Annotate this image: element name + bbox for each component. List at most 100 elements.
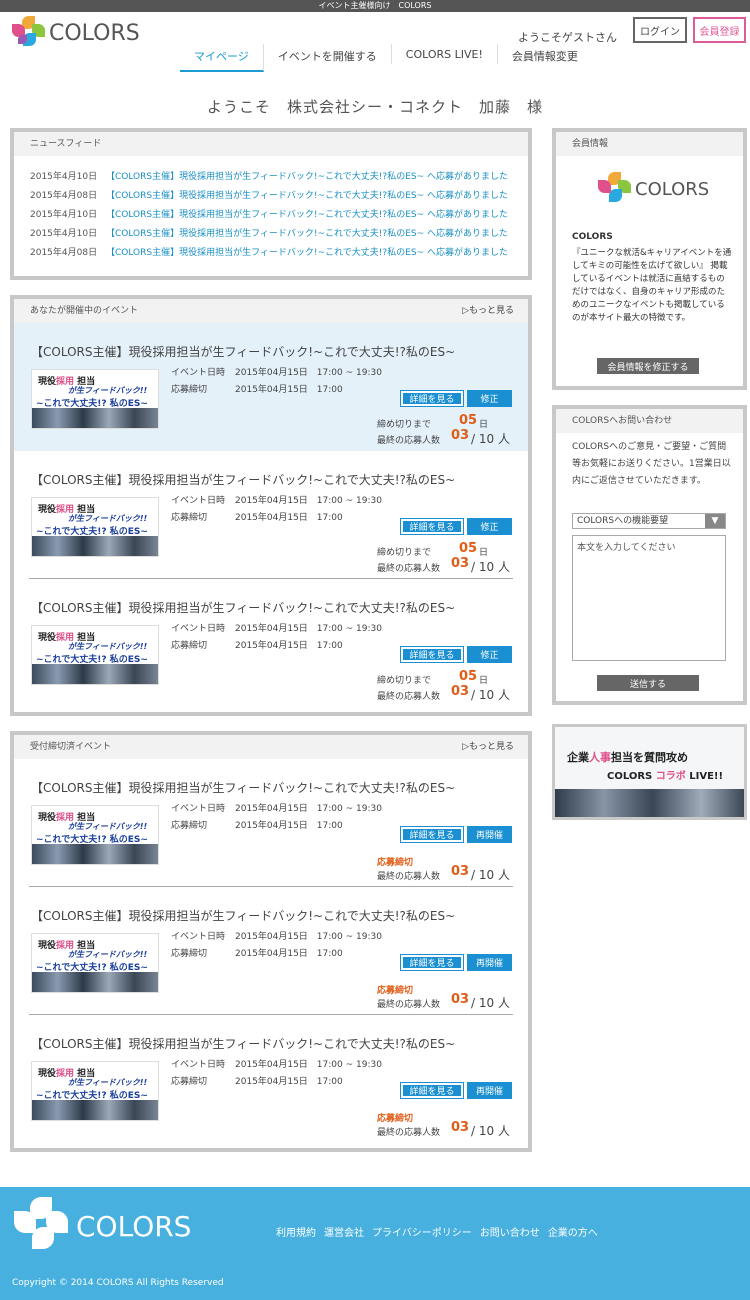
applicant-count: 03 — [451, 992, 470, 1007]
logo[interactable]: COLORS — [10, 16, 140, 50]
footer: COLORS 利用規約 運営会社 プライバシーポリシー お問い合わせ 企業の方へ… — [0, 1187, 750, 1300]
submit-button[interactable]: 送信する — [597, 675, 699, 691]
event-thumbnail[interactable]: 現役採用 担当 が生フィードバック!! ~これで大丈夫!? 私のES~ — [31, 369, 159, 429]
remaining-days: 05 — [459, 669, 478, 684]
footer-link-business[interactable]: 企業の方へ — [548, 1224, 598, 1239]
applicant-capacity: / 10 人 — [471, 996, 510, 1010]
edit-button[interactable]: 修正 — [467, 518, 512, 535]
closed-events-more-link[interactable]: ▷もっと見る — [462, 735, 514, 759]
edit-button[interactable]: 修正 — [467, 646, 512, 663]
remaining-label: 締め切りまで — [377, 676, 432, 686]
event-card: 【COLORS主催】現役採用担当が生フィードバック!~これで大丈夫!?私のES~… — [29, 887, 513, 1015]
nav-member-edit[interactable]: 会員情報変更 — [498, 44, 592, 64]
applicant-capacity: / 10 人 — [471, 560, 510, 574]
footer-link-terms[interactable]: 利用規約 — [276, 1224, 316, 1239]
remaining-days: 05 — [459, 413, 478, 428]
footer-logo[interactable]: COLORS — [12, 1197, 191, 1255]
edit-button[interactable]: 修正 — [467, 390, 512, 407]
event-title[interactable]: 【COLORS主催】現役採用担当が生フィードバック!~これで大丈夫!?私のES~ — [31, 779, 455, 796]
news-feed-title: ニュースフィード — [14, 132, 528, 156]
nav-host-event[interactable]: イベントを開催する — [264, 44, 392, 64]
final-applicants-label: 最終の応募人数 — [377, 564, 441, 574]
main-nav: マイページ イベントを開催する COLORS LIVE! 会員情報変更 — [180, 44, 592, 72]
remaining-unit: 日 — [479, 676, 489, 686]
detail-button[interactable]: 詳細を見る — [400, 646, 464, 663]
deadline-date: 2015年04月15日 17:00 — [235, 1077, 343, 1087]
detail-button[interactable]: 詳細を見る — [400, 1082, 464, 1099]
closed-events-title: 受付締切済イベント ▷もっと見る — [14, 735, 528, 759]
event-thumbnail[interactable]: 現役採用 担当 が生フィードバック!! ~これで大丈夫!? 私のES~ — [31, 497, 159, 557]
closed-events-heading: 受付締切済イベント — [30, 742, 112, 752]
thumb-photo — [32, 536, 158, 556]
footer-link-privacy[interactable]: プライバシーポリシー — [372, 1224, 472, 1239]
register-button[interactable]: 会員登録 — [693, 17, 746, 43]
deadline-date: 2015年04月15日 17:00 — [235, 821, 343, 831]
footer-logo-text: COLORS — [76, 1209, 192, 1243]
deadline-label: 応募締切 — [171, 821, 208, 831]
news-link[interactable]: 【COLORS主催】現役採用担当が生フィードバック!~これで大丈夫!?私のES~… — [106, 226, 508, 239]
deadline-date: 2015年04月15日 17:00 — [235, 385, 343, 395]
flower-logo-icon — [10, 16, 46, 50]
edit-member-button[interactable]: 会員情報を修正する — [597, 358, 699, 374]
news-link[interactable]: 【COLORS主催】現役採用担当が生フィードバック!~これで大丈夫!?私のES~… — [106, 207, 508, 220]
applicant-capacity: / 10 人 — [471, 1124, 510, 1138]
thumb-text: が生フィードバック!! — [68, 514, 148, 523]
copyright: Copyright © 2014 COLORS All Rights Reser… — [12, 1278, 224, 1288]
event-card: 【COLORS主催】現役採用担当が生フィードバック!~これで大丈夫!?私のES~… — [29, 323, 513, 451]
event-date: 2015年04月15日 17:00 ~ 19:30 — [235, 804, 382, 814]
reopen-button[interactable]: 再開催 — [467, 1082, 512, 1099]
event-thumbnail[interactable]: 現役採用 担当 が生フィードバック!! ~これで大丈夫!? 私のES~ — [31, 625, 159, 685]
event-card-highlight: 【COLORS主催】現役採用担当が生フィードバック!~これで大丈夫!?私のES~… — [14, 323, 528, 451]
event-date-label: イベント日時 — [171, 496, 226, 506]
news-item: 2015年4月10日 【COLORS主催】現役採用担当が生フィードバック!~これ… — [14, 223, 528, 242]
thumb-photo — [32, 664, 158, 684]
welcome-text: ようこそゲストさん — [518, 31, 617, 44]
event-title[interactable]: 【COLORS主催】現役採用担当が生フィードバック!~これで大丈夫!?私のES~ — [31, 599, 455, 616]
footer-links: 利用規約 運営会社 プライバシーポリシー お問い合わせ 企業の方へ — [276, 1224, 598, 1239]
news-item: 2015年4月10日 【COLORS主催】現役採用担当が生フィードバック!~これ… — [14, 204, 528, 223]
closed-events-panel: 受付締切済イベント ▷もっと見る 【COLORS主催】現役採用担当が生フィードバ… — [10, 731, 532, 1152]
event-date: 2015年04月15日 17:00 ~ 19:30 — [235, 496, 382, 506]
news-link[interactable]: 【COLORS主催】現役採用担当が生フィードバック!~これで大丈夫!?私のES~… — [106, 188, 508, 201]
banner-headline: 企業人事担当を質問攻め — [567, 751, 688, 764]
event-date: 2015年04月15日 17:00 ~ 19:30 — [235, 1060, 382, 1070]
event-thumbnail[interactable]: 現役採用 担当 が生フィードバック!! ~これで大丈夫!? 私のES~ — [31, 805, 159, 865]
deadline-label: 応募締切 — [171, 1077, 208, 1087]
login-button[interactable]: ログイン — [633, 17, 687, 43]
event-title[interactable]: 【COLORS主催】現役採用担当が生フィードバック!~これで大丈夫!?私のES~ — [31, 907, 455, 924]
event-title[interactable]: 【COLORS主催】現役採用担当が生フィードバック!~これで大丈夫!?私のES~ — [31, 343, 455, 360]
applicant-capacity: / 10 人 — [471, 868, 510, 882]
reopen-button[interactable]: 再開催 — [467, 954, 512, 971]
open-events-heading: あなたが開催中のイベント — [30, 306, 139, 316]
event-date-label: イベント日時 — [171, 932, 226, 942]
event-title[interactable]: 【COLORS主催】現役採用担当が生フィードバック!~これで大丈夫!?私のES~ — [31, 471, 455, 488]
contact-message-textarea[interactable]: 本文を入力してください — [572, 535, 726, 661]
detail-button[interactable]: 詳細を見る — [400, 518, 464, 535]
flower-logo-icon — [596, 172, 632, 206]
nav-mypage[interactable]: マイページ — [180, 44, 264, 72]
applicant-count: 03 — [451, 428, 470, 443]
colors-live-banner[interactable]: 企業人事担当を質問攻め COLORS コラボ LIVE!! — [552, 724, 747, 820]
open-events-title: あなたが開催中のイベント ▷もっと見る — [14, 299, 528, 323]
closed-status: 応募締切 — [377, 858, 414, 868]
detail-button[interactable]: 詳細を見る — [400, 954, 464, 971]
news-link[interactable]: 【COLORS主催】現役採用担当が生フィードバック!~これで大丈夫!?私のES~… — [106, 169, 508, 182]
nav-colors-live[interactable]: COLORS LIVE! — [392, 44, 498, 64]
open-events-more-link[interactable]: ▷もっと見る — [462, 299, 514, 323]
banner-subline: COLORS コラボ LIVE!! — [607, 771, 724, 782]
event-card: 【COLORS主催】現役採用担当が生フィードバック!~これで大丈夫!?私のES~… — [29, 759, 513, 887]
detail-button[interactable]: 詳細を見る — [400, 390, 464, 407]
final-applicants-label: 最終の応募人数 — [377, 1000, 441, 1010]
detail-button[interactable]: 詳細を見る — [400, 826, 464, 843]
event-thumbnail[interactable]: 現役採用 担当 が生フィードバック!! ~これで大丈夫!? 私のES~ — [31, 1061, 159, 1121]
contact-category-select[interactable]: COLORSへの機能要望 ▼ — [572, 513, 726, 529]
news-link[interactable]: 【COLORS主催】現役採用担当が生フィードバック!~これで大丈夫!?私のES~… — [106, 245, 508, 258]
deadline-date: 2015年04月15日 17:00 — [235, 641, 343, 651]
deadline-date: 2015年04月15日 17:00 — [235, 949, 343, 959]
footer-link-contact[interactable]: お問い合わせ — [480, 1224, 540, 1239]
footer-link-company[interactable]: 運営会社 — [324, 1224, 364, 1239]
dropdown-arrow-icon: ▼ — [705, 514, 725, 528]
event-title[interactable]: 【COLORS主催】現役採用担当が生フィードバック!~これで大丈夫!?私のES~ — [31, 1035, 455, 1052]
reopen-button[interactable]: 再開催 — [467, 826, 512, 843]
event-thumbnail[interactable]: 現役採用 担当 が生フィードバック!! ~これで大丈夫!? 私のES~ — [31, 933, 159, 993]
